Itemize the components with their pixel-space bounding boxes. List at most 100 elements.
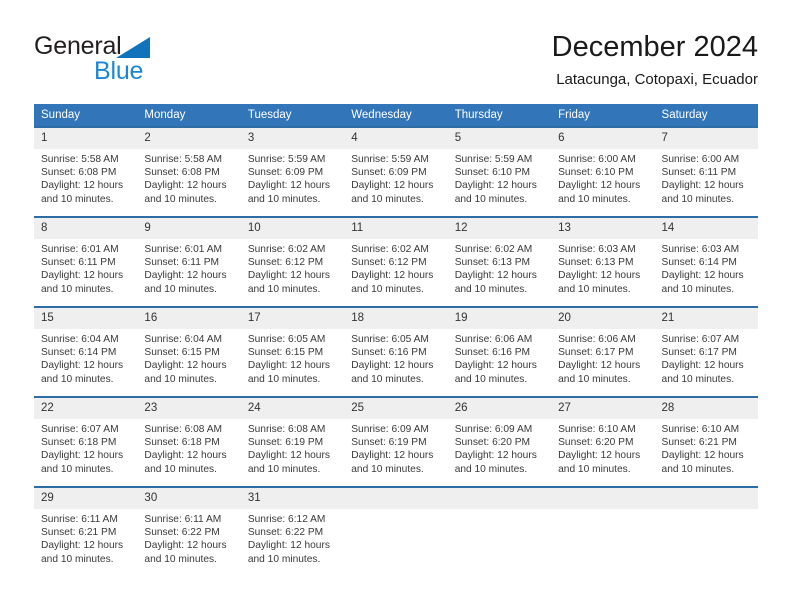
day-details: Sunrise: 6:05 AM Sunset: 6:16 PM Daylight:… [344,329,447,386]
calendar-day-cell[interactable]: 4 Sunrise: 5:59 AM Sunset: 6:09 PM Daylight… [344,126,448,217]
calendar-day-cell[interactable]: 24 Sunrise: 6:08 AM Sunset: 6:19 PM Dayligh… [240,396,345,487]
calendar-day-cell[interactable]: 25 Sunrise: 6:09 AM Sunset: 6:19 PM Dayligh… [344,396,448,487]
sunrise-text: Sunrise: 6:06 AM [558,334,636,345]
sunrise-text: Sunrise: 5:59 AM [247,154,326,165]
sunset-text: Sunset: 6:14 PM [41,347,117,359]
calendar-day-cell[interactable]: 22 Sunrise: 6:07 AM Sunset: 6:18 PM Dayligh… [34,396,138,487]
calendar-day-cell[interactable]: 28 Sunrise: 6:10 AM Sunset: 6:21 PM Dayligh… [654,396,758,487]
day-number: 18 [344,308,448,329]
calendar-day-cell[interactable]: 2 Sunrise: 5:58 AM Sunset: 6:08 PM Daylight… [137,126,241,217]
sunset-text: Sunset: 6:20 PM [558,437,634,449]
sunrise-text: Sunrise: 5:59 AM [351,154,429,165]
daylight-text: Daylight: 12 hours and 10 minutes. [661,360,744,385]
sunset-text: Sunset: 6:18 PM [144,437,220,449]
weekday-header-thursday: Thursday [447,104,552,127]
day-number: 17 [240,308,345,329]
day-number: 20 [551,308,655,329]
brand-name-blue: Blue [94,57,144,85]
daylight-text: Daylight: 12 hours and 10 minutes. [247,540,330,565]
calendar-day-cell[interactable]: 11 Sunrise: 6:02 AM Sunset: 6:12 PM Dayligh… [344,216,448,307]
calendar-day-cell[interactable]: 20 Sunrise: 6:06 AM Sunset: 6:17 PM Dayligh… [551,306,655,397]
calendar-day-cell[interactable]: 29 Sunrise: 6:11 AM Sunset: 6:21 PM Dayligh… [34,486,138,576]
calendar-day-cell[interactable]: 27 Sunrise: 6:10 AM Sunset: 6:20 PM Dayligh… [551,396,655,487]
sunrise-text: Sunrise: 6:07 AM [661,334,740,345]
daylight-text: Daylight: 12 hours and 10 minutes. [558,180,641,205]
day-number: 16 [137,308,241,329]
calendar-day-cell[interactable]: 15 Sunrise: 6:04 AM Sunset: 6:14 PM Dayligh… [34,306,138,397]
page-title: December 2024 [551,31,758,63]
calendar-day-cell[interactable]: 31 Sunrise: 6:12 AM Sunset: 6:22 PM Dayligh… [240,486,345,576]
day-number: 9 [137,218,241,239]
calendar-day-cell[interactable]: 17 Sunrise: 6:05 AM Sunset: 6:15 PM Dayligh… [240,306,345,397]
calendar-day-cell[interactable]: 21 Sunrise: 6:07 AM Sunset: 6:17 PM Dayligh… [654,306,758,397]
sunset-text: Sunset: 6:17 PM [661,347,737,359]
day-number [447,488,552,509]
sunset-text: Sunset: 6:10 PM [454,167,531,179]
day-number: 1 [34,128,138,149]
sunset-text: Sunset: 6:21 PM [41,527,117,539]
day-number: 13 [551,218,655,239]
calendar-day-cell[interactable]: 30 Sunrise: 6:11 AM Sunset: 6:22 PM Dayligh… [137,486,241,576]
daylight-text: Daylight: 12 hours and 10 minutes. [351,360,434,385]
calendar-day-cell[interactable]: 6 Sunrise: 6:00 AM Sunset: 6:10 PM Daylight… [551,126,655,217]
sunrise-text: Sunrise: 5:58 AM [144,154,223,165]
brand-logo[interactable]: General Blue [34,34,254,86]
calendar-day-cell[interactable]: 9 Sunrise: 6:01 AM Sunset: 6:11 PM Daylight… [137,216,241,307]
calendar-body: 1 Sunrise: 5:58 AM Sunset: 6:08 PM Daylight… [34,126,758,576]
calendar-day-cell[interactable]: 1 Sunrise: 5:58 AM Sunset: 6:08 PM Daylight… [34,126,138,217]
day-number [344,488,448,509]
sunrise-text: Sunrise: 6:12 AM [247,514,326,525]
day-details: Sunrise: 6:04 AM Sunset: 6:14 PM Daylight:… [34,329,137,386]
calendar-day-cell[interactable]: 3 Sunrise: 5:59 AM Sunset: 6:09 PM Daylight… [240,126,345,217]
calendar-day-cell[interactable]: 16 Sunrise: 6:04 AM Sunset: 6:15 PM Dayligh… [137,306,241,397]
day-number: 31 [240,488,345,509]
calendar-day-cell[interactable]: 26 Sunrise: 6:09 AM Sunset: 6:20 PM Dayligh… [447,396,552,487]
weekday-header-friday: Friday [551,104,655,127]
daylight-text: Daylight: 12 hours and 10 minutes. [351,180,434,205]
sunset-text: Sunset: 6:16 PM [351,347,427,359]
day-details: Sunrise: 6:07 AM Sunset: 6:17 PM Daylight:… [655,329,758,386]
day-number: 30 [137,488,241,509]
calendar-day-cell[interactable]: 5 Sunrise: 5:59 AM Sunset: 6:10 PM Daylight… [447,126,552,217]
sunset-text: Sunset: 6:09 PM [247,167,324,179]
day-details: Sunrise: 6:12 AM Sunset: 6:22 PM Daylight:… [241,509,344,566]
day-details [344,509,447,513]
daylight-text: Daylight: 12 hours and 10 minutes. [661,270,744,295]
sunrise-text: Sunrise: 6:00 AM [661,154,740,165]
sunrise-text: Sunrise: 6:04 AM [144,334,223,345]
calendar-day-cell[interactable]: 14 Sunrise: 6:03 AM Sunset: 6:14 PM Dayligh… [654,216,758,307]
sunset-text: Sunset: 6:08 PM [144,167,220,179]
day-details: Sunrise: 6:11 AM Sunset: 6:22 PM Daylight:… [137,509,240,566]
day-number: 25 [344,398,448,419]
triangle-flag-icon [116,37,150,58]
calendar-week-row: 15 Sunrise: 6:04 AM Sunset: 6:14 PM Dayligh… [34,306,758,397]
calendar-day-cell[interactable]: 8 Sunrise: 6:01 AM Sunset: 6:11 PM Daylight… [34,216,138,307]
daylight-text: Daylight: 12 hours and 10 minutes. [144,450,227,475]
sunrise-text: Sunrise: 6:02 AM [351,244,429,255]
day-details: Sunrise: 6:04 AM Sunset: 6:15 PM Daylight:… [137,329,240,386]
sunset-text: Sunset: 6:13 PM [558,257,634,269]
calendar-day-cell[interactable]: 18 Sunrise: 6:05 AM Sunset: 6:16 PM Dayligh… [344,306,448,397]
sunset-text: Sunset: 6:20 PM [454,437,531,449]
daylight-text: Daylight: 12 hours and 10 minutes. [247,270,330,295]
calendar-day-cell[interactable]: 7 Sunrise: 6:00 AM Sunset: 6:11 PM Daylight… [654,126,758,217]
day-details: Sunrise: 6:06 AM Sunset: 6:16 PM Daylight:… [448,329,551,386]
sunset-text: Sunset: 6:10 PM [558,167,634,179]
sunset-text: Sunset: 6:21 PM [661,437,737,449]
sunrise-text: Sunrise: 6:08 AM [247,424,326,435]
day-details: Sunrise: 6:05 AM Sunset: 6:15 PM Daylight:… [241,329,344,386]
calendar-day-cell-empty [344,486,448,576]
day-number: 23 [137,398,241,419]
calendar-day-cell[interactable]: 12 Sunrise: 6:02 AM Sunset: 6:13 PM Dayligh… [447,216,552,307]
daylight-text: Daylight: 12 hours and 10 minutes. [351,270,434,295]
daylight-text: Daylight: 12 hours and 10 minutes. [454,450,537,475]
calendar-day-cell[interactable]: 23 Sunrise: 6:08 AM Sunset: 6:18 PM Dayligh… [137,396,241,487]
calendar-day-cell[interactable]: 10 Sunrise: 6:02 AM Sunset: 6:12 PM Dayligh… [240,216,345,307]
day-details: Sunrise: 6:03 AM Sunset: 6:13 PM Daylight:… [551,239,654,296]
sunrise-text: Sunrise: 6:03 AM [661,244,740,255]
weekday-header-monday: Monday [137,104,241,127]
calendar-day-cell[interactable]: 19 Sunrise: 6:06 AM Sunset: 6:16 PM Dayligh… [447,306,552,397]
sunset-text: Sunset: 6:14 PM [661,257,737,269]
calendar-day-cell[interactable]: 13 Sunrise: 6:03 AM Sunset: 6:13 PM Dayligh… [551,216,655,307]
day-details: Sunrise: 6:00 AM Sunset: 6:10 PM Daylight:… [551,149,654,206]
